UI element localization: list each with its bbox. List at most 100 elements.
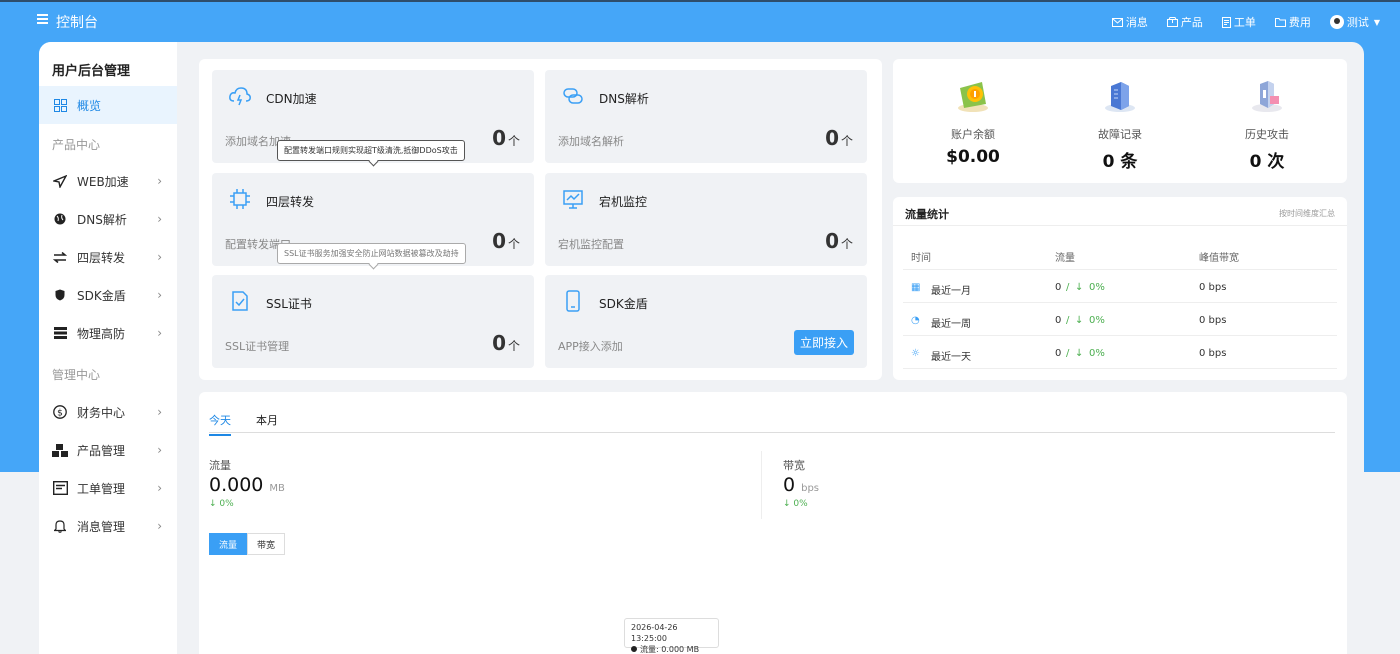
user-menu[interactable]: 测试 ▼ <box>1329 14 1380 30</box>
connect-now-button[interactable]: 立即接入 <box>794 330 854 355</box>
sidebar-item-sdk-shield[interactable]: SDK金盾 › <box>39 276 177 314</box>
arrow-down-icon: ↓ <box>1075 282 1084 293</box>
separator: / <box>1066 315 1070 326</box>
traffic-metric-label: 流量 <box>209 459 231 472</box>
chevron-right-icon: › <box>157 212 162 226</box>
chevron-right-icon: › <box>157 288 162 302</box>
service-count: 0个 <box>825 229 853 253</box>
chevron-right-icon: › <box>157 326 162 340</box>
user-name: 测试 <box>1346 16 1369 29</box>
nav-tickets-label: 工单 <box>1233 16 1256 29</box>
section-manage-center: 管理中心 <box>52 368 101 382</box>
service-desc: SSL证书管理 <box>225 340 290 353</box>
nav-messages[interactable]: 消息 <box>1111 14 1148 30</box>
folder-icon <box>1274 17 1286 27</box>
nav-products[interactable]: 产品 <box>1166 14 1203 30</box>
ticket-icon <box>52 480 68 496</box>
column-header: 流量 <box>1055 253 1075 264</box>
menu-toggle-icon[interactable] <box>37 14 48 24</box>
chart-tooltip-value: 流量: 0.000 MB <box>640 645 700 654</box>
traffic-metric-change: ↓ 0% <box>209 499 234 509</box>
service-name: 宕机监控 <box>599 195 648 209</box>
sidebar-item-physical-ddos[interactable]: 物理高防 › <box>39 314 177 352</box>
stat-fault-records: 故障记录 0 条 <box>1060 76 1180 172</box>
sidebar-item-label: SDK金盾 <box>77 288 126 303</box>
nav-messages-label: 消息 <box>1125 16 1148 29</box>
stat-label: 历史攻击 <box>1245 128 1289 141</box>
sidebar-item-l4-forward[interactable]: 四层转发 › <box>39 238 177 276</box>
sidebar-item-finance[interactable]: $ 财务中心 › <box>39 393 177 431</box>
sidebar-item-dns[interactable]: DNS解析 › <box>39 200 177 238</box>
traffic-value: 0 <box>1055 315 1062 326</box>
cloud-bolt-icon <box>229 87 251 106</box>
service-card-downtime-monitor[interactable]: 宕机监控 宕机监控配置 0个 <box>545 173 867 266</box>
stopwatch-icon: ◔ <box>911 315 920 326</box>
service-card-sdk-shield[interactable]: SDK金盾 APP接入添加 立即接入 <box>545 275 867 368</box>
chip-icon <box>230 189 250 209</box>
tab-this-month[interactable]: 本月 <box>256 412 278 434</box>
box-icon <box>1166 17 1178 27</box>
building-chart-icon <box>1252 81 1282 112</box>
toggle-bandwidth-button[interactable]: 带宽 <box>247 533 285 555</box>
account-stats-card: 账户余额 $0.00 故障记录 0 条 历史攻击 0 次 <box>893 59 1347 183</box>
bandwidth-value: 0 bps <box>1199 315 1227 326</box>
chart-tooltip-value-row: 流量: 0.000 MB <box>631 644 712 654</box>
tab-today[interactable]: 今天 <box>209 412 231 436</box>
stat-value: 0 条 <box>1102 152 1138 172</box>
transfer-icon <box>52 249 68 265</box>
nav-billing[interactable]: 费用 <box>1274 14 1311 30</box>
service-name: SSL证书 <box>266 297 312 311</box>
traffic-change: 0% <box>1089 348 1105 359</box>
sidebar-item-product-manage[interactable]: 产品管理 › <box>39 431 177 469</box>
service-count: 0个 <box>492 229 520 253</box>
sidebar: 用户后台管理 概览 产品中心 WEB加速 › DNS解析 › 四层转发 › SD… <box>39 42 177 654</box>
period-label: 最近一天 <box>931 352 971 363</box>
bell-icon <box>52 518 68 534</box>
monitor-chart-icon <box>563 190 583 209</box>
usage-tabs: 今天 本月 <box>209 412 1335 436</box>
nav-tickets[interactable]: 工单 <box>1221 14 1256 30</box>
svg-text:$: $ <box>57 409 63 419</box>
top-bar: 控制台 消息 产品 工单 费用 测试 ▼ <box>0 2 1400 42</box>
nav-billing-label: 费用 <box>1288 16 1311 29</box>
service-name: DNS解析 <box>599 92 649 106</box>
traffic-value: 0 <box>1055 348 1062 359</box>
traffic-title: 流量统计 <box>905 208 949 221</box>
service-name: CDN加速 <box>266 92 317 106</box>
period-label: 最近一周 <box>931 319 971 330</box>
services-panel: CDN加速 添加域名加速 0个 DNS解析 添加域名解析 0个 四层转发 配置转… <box>199 59 882 380</box>
caret-down-icon: ▼ <box>1373 17 1380 27</box>
paper-plane-icon <box>52 173 68 189</box>
stat-history-attacks: 历史攻击 0 次 <box>1207 76 1327 172</box>
sidebar-item-label: DNS解析 <box>77 212 127 227</box>
main-panel: 用户后台管理 概览 产品中心 WEB加速 › DNS解析 › 四层转发 › SD… <box>39 42 1364 654</box>
toggle-traffic-button[interactable]: 流量 <box>209 533 247 555</box>
service-card-ssl[interactable]: SSL证书 SSL证书管理 0个 <box>212 275 534 368</box>
arrow-down-icon: ↓ <box>1075 348 1084 359</box>
traffic-stats-card: 流量统计 按时间维度汇总 时间 流量 峰值带宽 ▦ 最近一月 0 / ↓ 0% … <box>893 197 1347 380</box>
service-card-dns[interactable]: DNS解析 添加域名解析 0个 <box>545 70 867 163</box>
traffic-change: 0% <box>1089 282 1105 293</box>
building-icon <box>1105 82 1135 112</box>
dollar-icon: $ <box>52 404 68 420</box>
stat-value: $0.00 <box>946 147 1000 167</box>
table-row: ◔ 最近一周 0 / ↓ 0% 0 bps <box>903 303 1337 336</box>
sidebar-item-web-accel[interactable]: WEB加速 › <box>39 162 177 200</box>
sidebar-item-label: WEB加速 <box>77 174 129 189</box>
series-dot-icon <box>631 646 637 652</box>
grid-icon <box>52 97 68 113</box>
sidebar-item-label: 工单管理 <box>77 481 126 496</box>
stat-label: 账户余额 <box>951 128 995 141</box>
stat-label: 故障记录 <box>1098 128 1142 141</box>
sidebar-item-label: 消息管理 <box>77 519 126 534</box>
sidebar-item-message-manage[interactable]: 消息管理 › <box>39 507 177 545</box>
service-count: 0个 <box>492 126 520 150</box>
sidebar-item-overview[interactable]: 概览 <box>39 86 177 124</box>
mail-icon <box>1111 17 1123 27</box>
chevron-right-icon: › <box>157 174 162 188</box>
bandwidth-value: 0 bps <box>1199 348 1227 359</box>
sidebar-item-ticket-manage[interactable]: 工单管理 › <box>39 469 177 507</box>
column-header: 峰值带宽 <box>1199 253 1239 264</box>
top-nav: 消息 产品 工单 费用 测试 ▼ <box>1093 14 1380 30</box>
chart-toggle: 流量 带宽 <box>209 533 285 555</box>
